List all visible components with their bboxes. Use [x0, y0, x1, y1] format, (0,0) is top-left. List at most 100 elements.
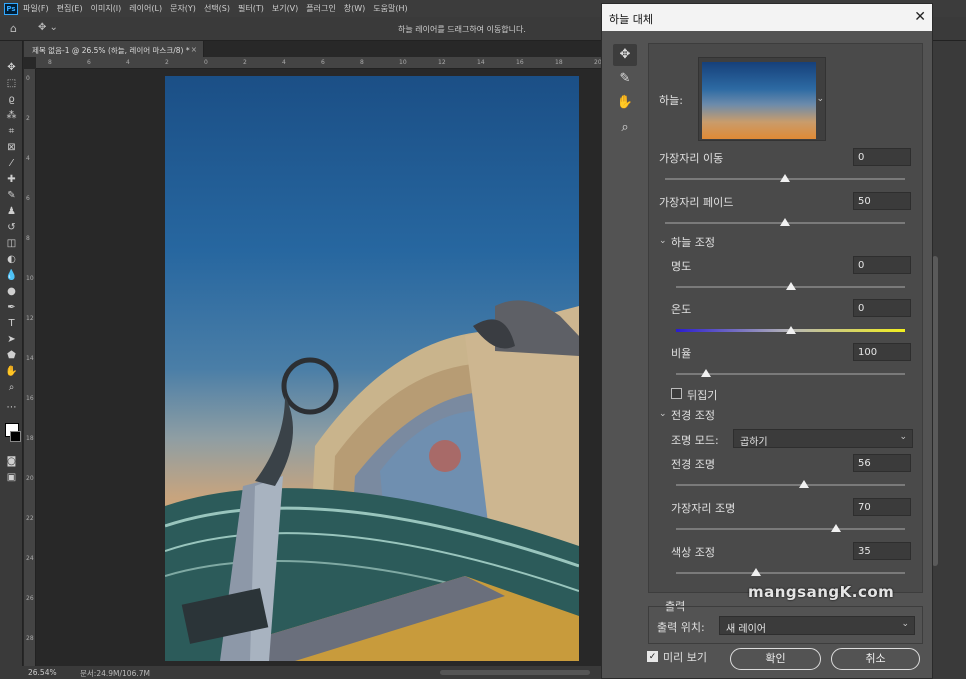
move-tool-preset-icon[interactable]: ✥ ⌄ [38, 22, 58, 33]
sky-adjust-chevron-icon[interactable]: ⌄ [659, 236, 667, 246]
zoom-icon[interactable]: ⌕ [613, 117, 637, 139]
fg-lighting-slider[interactable] [676, 484, 905, 486]
ruler-tick-label: 8 [360, 59, 364, 66]
healing-brush-tool-icon[interactable]: ✚ [5, 173, 18, 186]
brush-icon[interactable]: ✎ [613, 68, 637, 90]
ruler-tick-label: 2 [26, 115, 30, 122]
ruler-tick-label: 6 [87, 59, 91, 66]
menu-edit[interactable]: 편집(E) [57, 3, 83, 14]
ruler-tick-label: 26 [26, 595, 34, 602]
fg-adjust-chevron-icon[interactable]: ⌄ [659, 409, 667, 419]
ruler-tick-label: 14 [477, 59, 485, 66]
menu-file[interactable]: 파일(F) [23, 3, 49, 14]
edge-shift-input[interactable]: 0 [853, 148, 911, 166]
type-tool-icon[interactable]: T [5, 317, 18, 330]
stamp-tool-icon[interactable]: ♟ [5, 205, 18, 218]
eyedropper-tool-icon[interactable]: ⁄ [5, 157, 18, 170]
ruler-tick-label: 16 [26, 395, 34, 402]
temperature-thumb[interactable] [785, 326, 796, 334]
ruler-tick-label: 12 [26, 315, 34, 322]
sky-replacement-dialog: 하늘 대체 ✕ ✥ ✎ ✋ ⌕ 하늘: ⌄ 가장자리 이동 0 가장자리 페이드… [601, 3, 933, 679]
history-brush-tool-icon[interactable]: ↺ [5, 221, 18, 234]
preview-checkbox[interactable]: ✓ [647, 651, 658, 662]
sky-preset-picker[interactable]: ⌄ [698, 57, 826, 141]
edge-shift-thumb[interactable] [780, 174, 790, 182]
flip-label: 뒤집기 [687, 389, 718, 402]
home-icon[interactable]: ⌂ [10, 22, 24, 36]
menu-type[interactable]: 문자(Y) [170, 3, 196, 14]
ruler-tick-label: 4 [282, 59, 286, 66]
dodge-tool-icon[interactable]: ● [5, 285, 18, 298]
status-bar: 26.54% 문서:24.9M/106.7M [0, 666, 601, 679]
path-select-tool-icon[interactable]: ➤ [5, 333, 18, 346]
preview-label: 미리 보기 [663, 651, 707, 664]
fg-lighting-input[interactable]: 56 [853, 454, 911, 472]
hand-icon[interactable]: ✋ [613, 92, 637, 114]
cancel-button[interactable]: 취소 [831, 648, 920, 670]
document-size-info[interactable]: 문서:24.9M/106.7M [80, 668, 150, 679]
output-to-value: 새 레이어 [726, 624, 766, 635]
frame-tool-icon[interactable]: ⊠ [5, 141, 18, 154]
menu-select[interactable]: 선택(S) [204, 3, 230, 14]
dialog-title-bar[interactable]: 하늘 대체 ✕ [602, 4, 932, 31]
output-to-select[interactable]: 새 레이어 ⌄ [719, 616, 915, 635]
blur-tool-icon[interactable]: 💧 [5, 269, 18, 282]
flip-checkbox[interactable] [671, 388, 682, 399]
background-color-swatch[interactable] [10, 431, 21, 442]
hand-tool-icon[interactable]: ✋ [5, 365, 18, 378]
settings-panel: 하늘: ⌄ 가장자리 이동 0 가장자리 페이드 50 ⌄ 하늘 조정 명도 0… [648, 43, 923, 593]
brightness-input[interactable]: 0 [853, 256, 911, 274]
ruler-tick-label: 2 [165, 59, 169, 66]
menu-plugins[interactable]: 플러그인 [306, 3, 335, 14]
color-adjust-input[interactable]: 35 [853, 542, 911, 560]
scale-thumb[interactable] [700, 369, 711, 377]
color-adjust-slider[interactable] [676, 572, 905, 574]
light-mode-select[interactable]: 곱하기 ⌄ [733, 429, 913, 448]
fade-edge-input[interactable]: 50 [853, 192, 911, 210]
shape-tool-icon[interactable]: ⬟ [5, 349, 18, 362]
ok-button[interactable]: 확인 [730, 648, 821, 670]
eraser-tool-icon[interactable]: ◫ [5, 237, 18, 250]
horizontal-scrollbar[interactable] [440, 670, 590, 675]
document-tab[interactable]: 제목 없음-1 @ 26.5% (하늘, 레이어 마스크/8) * × [24, 41, 204, 57]
menu-layer[interactable]: 레이어(L) [129, 3, 162, 14]
edge-lighting-input[interactable]: 70 [853, 498, 911, 516]
close-icon[interactable]: ✕ [914, 9, 926, 25]
building-illustration [165, 300, 579, 661]
close-tab-icon[interactable]: × [191, 45, 197, 54]
move-tool-icon[interactable]: ✥ [5, 61, 18, 74]
fade-edge-thumb[interactable] [780, 218, 790, 226]
brightness-thumb[interactable] [785, 282, 796, 290]
sky-adjust-header[interactable]: 하늘 조정 [671, 234, 715, 250]
temperature-input[interactable]: 0 [853, 299, 911, 317]
color-adjust-thumb[interactable] [751, 568, 762, 576]
lasso-tool-icon[interactable]: ϱ [5, 93, 18, 106]
crop-tool-icon[interactable]: ⌗ [5, 125, 18, 138]
zoom-level[interactable]: 26.54% [28, 668, 57, 677]
screen-mode-icon[interactable]: ▣ [5, 471, 18, 484]
options-hint: 하늘 레이어를 드래그하여 이동합니다. [398, 25, 526, 34]
edge-lighting-thumb[interactable] [831, 524, 842, 532]
more-tools-icon[interactable]: ⋯ [5, 401, 18, 414]
menu-filter[interactable]: 필터(T) [238, 3, 264, 14]
fg-adjust-header[interactable]: 전경 조정 [671, 407, 715, 423]
fg-lighting-thumb[interactable] [799, 480, 810, 488]
chevron-down-icon: ⌄ [899, 432, 907, 442]
menu-help[interactable]: 도움말(H) [373, 3, 407, 14]
pen-tool-icon[interactable]: ✒ [5, 301, 18, 314]
gradient-tool-icon[interactable]: ◐ [5, 253, 18, 266]
edge-shift-label: 가장자리 이동 [659, 152, 724, 165]
brush-tool-icon[interactable]: ✎ [5, 189, 18, 202]
quick-mask-icon[interactable]: ◙ [5, 455, 18, 468]
move-icon[interactable]: ✥ [613, 44, 637, 66]
marquee-tool-icon[interactable]: ⬚ [5, 77, 18, 90]
quick-select-tool-icon[interactable]: ⁂ [5, 109, 18, 122]
ruler-tick-label: 10 [399, 59, 407, 66]
canvas-image[interactable] [165, 76, 579, 661]
menu-image[interactable]: 이미지(I) [91, 3, 122, 14]
scale-input[interactable]: 100 [853, 343, 911, 361]
zoom-tool-icon[interactable]: ⌕ [5, 381, 18, 394]
menu-window[interactable]: 창(W) [344, 3, 366, 14]
menu-view[interactable]: 보기(V) [272, 3, 298, 14]
edge-lighting-slider[interactable] [676, 528, 905, 530]
